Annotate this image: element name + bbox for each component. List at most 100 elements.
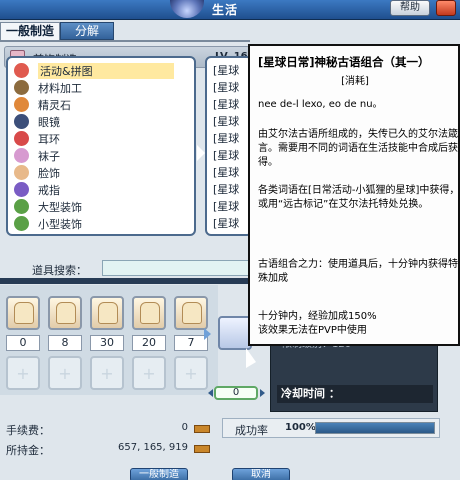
tab-general-craft[interactable]: 一般制造 xyxy=(0,22,60,40)
category-item[interactable]: 耳环 xyxy=(12,130,188,147)
category-item[interactable]: 精灵石 xyxy=(12,96,188,113)
fee-value: 0 xyxy=(181,422,188,433)
material-slot[interactable] xyxy=(6,296,40,330)
money-label: 所持金： xyxy=(6,444,50,457)
craft-button[interactable]: 一般制造 xyxy=(130,468,188,480)
category-item-label: 袜子 xyxy=(38,150,60,163)
tooltip-effect-header: 古语组合之力：使用道具后，十分钟内获得特殊加成 xyxy=(258,259,458,284)
scroll-item-icon xyxy=(56,302,76,324)
scroll-item-icon xyxy=(140,302,160,324)
recipe-item[interactable]: [星球 xyxy=(213,113,239,129)
recipe-item[interactable]: [星球 xyxy=(213,198,239,214)
material-slot[interactable] xyxy=(132,296,166,330)
quantity-decrease-button[interactable] xyxy=(208,389,213,397)
quantity-increase-button[interactable] xyxy=(260,389,265,397)
ring-icon xyxy=(14,182,29,197)
category-item-label: 戒指 xyxy=(38,184,60,197)
category-item-label: 眼镜 xyxy=(38,116,60,129)
spirit-stone-icon xyxy=(14,97,29,112)
scroll-item-icon xyxy=(14,302,34,324)
success-rate-bar xyxy=(315,422,435,434)
face-decoration-icon xyxy=(14,165,29,180)
search-label: 道具搜索： xyxy=(32,264,87,277)
recipe-item[interactable]: [星球 xyxy=(213,96,239,112)
tooltip-acquisition: 各类词语在[日常活动-小狐狸的星球]中获得，或用“远古标记”在艾尔法托特处兑换。 xyxy=(258,185,460,210)
category-item[interactable]: 小型装饰 xyxy=(12,215,188,232)
scroll-item-icon xyxy=(98,302,118,324)
cooldown-label: 冷却时间 ： xyxy=(277,385,433,403)
empty-material-slot[interactable] xyxy=(174,356,208,390)
category-item[interactable]: 活动&拼图 xyxy=(12,62,188,79)
gold-currency-icon xyxy=(194,445,210,453)
material-slot[interactable] xyxy=(48,296,82,330)
tooltip-subtitle: [消耗] xyxy=(341,76,369,87)
cancel-button[interactable]: 取消 xyxy=(232,468,290,480)
tooltip-title: [星球日常]神秘古语组合（其一） xyxy=(258,55,430,69)
category-item-label: 活动&拼图 xyxy=(38,63,174,79)
success-rate-value: 100% xyxy=(285,422,316,433)
search-input[interactable] xyxy=(102,260,252,276)
empty-material-slot[interactable] xyxy=(90,356,124,390)
empty-material-slot[interactable] xyxy=(6,356,40,390)
small-tree-icon xyxy=(14,216,29,231)
recipe-item[interactable]: [星球 xyxy=(213,181,239,197)
recipe-item[interactable]: [星球 xyxy=(213,79,239,95)
empty-material-slot[interactable] xyxy=(132,356,166,390)
event-puzzle-icon xyxy=(14,63,29,78)
tooltip-phrase: nee de-l lexo, eo de nu。 xyxy=(258,99,383,110)
recipe-item[interactable]: [星球 xyxy=(213,130,239,146)
tab-disassemble[interactable]: 分解 xyxy=(60,22,114,40)
recipe-item[interactable]: [星球 xyxy=(213,164,239,180)
help-button[interactable]: 帮助 xyxy=(390,0,430,16)
tooltip-effect-detail: 十分钟内，经验加成150% 该效果无法在PVP中使用 xyxy=(258,311,377,336)
money-value: 657, 165, 919 xyxy=(118,442,188,453)
category-item-label: 小型装饰 xyxy=(38,218,82,231)
tooltip-description: 由艾尔法古语所组成的，失传已久的艾尔法箴言。需要用不同的词语在生活技能中合成后获… xyxy=(258,129,458,168)
material-slot[interactable] xyxy=(90,296,124,330)
category-item-label: 耳环 xyxy=(38,133,60,146)
window-title: 生活 xyxy=(212,3,239,17)
empty-material-slot[interactable] xyxy=(48,356,82,390)
socks-icon xyxy=(14,148,29,163)
material-count: 7 xyxy=(174,335,208,351)
material-slot[interactable] xyxy=(174,296,208,330)
success-rate-fill xyxy=(316,423,434,433)
category-item-label: 精灵石 xyxy=(38,99,71,112)
expand-arrow-icon xyxy=(197,145,205,161)
category-item[interactable]: 眼镜 xyxy=(12,113,188,130)
scroll-item-icon xyxy=(182,302,202,324)
success-rate: 成功率 100% xyxy=(222,418,440,438)
material-count: 30 xyxy=(90,335,124,351)
category-item-label: 材料加工 xyxy=(38,82,82,95)
palm-tree-icon xyxy=(14,199,29,214)
gold-currency-icon xyxy=(194,425,210,433)
category-item[interactable]: 材料加工 xyxy=(12,79,188,96)
recipe-item[interactable]: [星球 xyxy=(213,62,239,78)
item-tooltip: [星球日常]神秘古语组合（其一） [消耗] nee de-l lexo, eo … xyxy=(248,44,460,346)
recipe-item[interactable]: [星球 xyxy=(213,147,239,163)
category-item[interactable]: 戒指 xyxy=(12,181,188,198)
category-item-label: 大型装饰 xyxy=(38,201,82,214)
material-count: 8 xyxy=(48,335,82,351)
result-arrow-icon xyxy=(204,328,211,340)
category-item-label: 脸饰 xyxy=(38,167,60,180)
title-bar: 生活 帮助 xyxy=(0,0,460,20)
category-item[interactable]: 大型装饰 xyxy=(12,198,188,215)
money-row: 所持金： 657, 165, 919 xyxy=(4,440,214,458)
category-item[interactable]: 袜子 xyxy=(12,147,188,164)
category-item[interactable]: 脸饰 xyxy=(12,164,188,181)
quantity-input[interactable]: 0 xyxy=(214,386,258,400)
recipe-item[interactable]: [星球 xyxy=(213,215,239,231)
category-list[interactable]: 活动&拼图材料加工精灵石眼镜耳环袜子脸饰戒指大型装饰小型装饰 xyxy=(6,56,196,236)
success-rate-label: 成功率 xyxy=(235,424,268,437)
glasses-icon xyxy=(14,114,29,129)
tab-divider xyxy=(0,40,250,42)
fee-label: 手续费： xyxy=(6,424,50,437)
close-button[interactable] xyxy=(436,0,456,16)
title-emblem-icon xyxy=(170,0,204,18)
material-count: 20 xyxy=(132,335,166,351)
mouse-cursor-icon xyxy=(246,348,256,368)
result-item-slot[interactable] xyxy=(218,316,252,350)
earring-icon xyxy=(14,131,29,146)
recipe-list[interactable]: [星球 [星球 [星球 [星球 [星球 [星球 [星球 [星球 [星球 [星球 xyxy=(205,56,253,236)
